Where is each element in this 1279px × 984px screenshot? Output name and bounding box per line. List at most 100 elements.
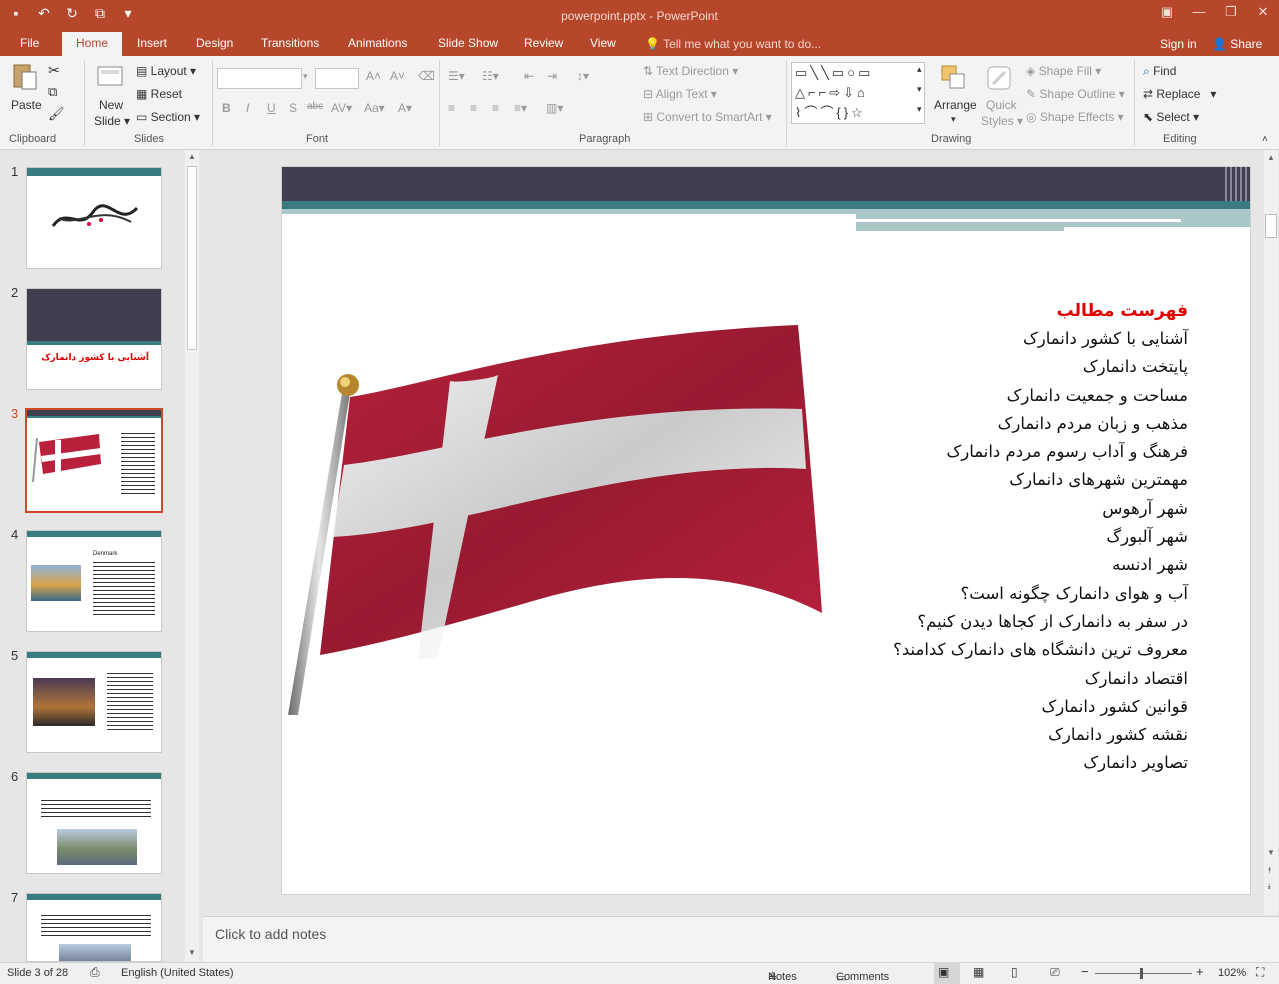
- shapes-scroll-down-icon[interactable]: ▾: [917, 84, 922, 95]
- italic-icon[interactable]: I: [246, 101, 249, 115]
- shapes-more-icon[interactable]: ▾: [917, 104, 922, 115]
- share-button[interactable]: 👤 Share: [1212, 37, 1262, 51]
- zoom-out-icon[interactable]: −: [1081, 964, 1089, 979]
- shapes-scroll-up-icon[interactable]: ▴: [917, 64, 922, 75]
- sign-in-link[interactable]: Sign in: [1160, 37, 1197, 51]
- scroll-up-icon[interactable]: ▲: [1267, 153, 1275, 162]
- bullets-icon[interactable]: ☰▾: [448, 69, 465, 83]
- scroll-up-icon[interactable]: ▲: [188, 152, 196, 161]
- scrollbar-thumb[interactable]: [1265, 214, 1277, 238]
- shape-outline-button[interactable]: ✎ Shape Outline ▾: [1026, 87, 1125, 101]
- new-slide-button-line2[interactable]: Slide ▾: [94, 114, 130, 128]
- tab-transitions[interactable]: Transitions: [261, 36, 319, 50]
- format-painter-icon[interactable]: 🖌: [48, 106, 65, 122]
- paste-button[interactable]: Paste: [11, 98, 42, 112]
- slide-thumbnail[interactable]: [26, 651, 162, 753]
- tab-insert[interactable]: Insert: [137, 36, 167, 50]
- align-left-icon[interactable]: ≡: [448, 101, 455, 115]
- slide-thumbnail[interactable]: Denmark: [26, 530, 162, 632]
- tab-home[interactable]: Home: [62, 32, 123, 56]
- quick-styles-icon[interactable]: [985, 64, 1015, 94]
- font-color-icon[interactable]: A▾: [398, 101, 412, 115]
- cut-icon[interactable]: ✂: [48, 62, 60, 79]
- shape-fill-button[interactable]: ◈ Shape Fill ▾: [1026, 64, 1101, 78]
- reset-button[interactable]: ▦ Reset: [136, 87, 182, 101]
- spell-check-icon[interactable]: ⎙: [90, 965, 100, 980]
- slide-thumbnail[interactable]: آشنایی با کشور دانمارک: [26, 288, 162, 390]
- font-name-box[interactable]: [217, 68, 302, 89]
- shape-effects-button[interactable]: ◎ Shape Effects ▾: [1026, 110, 1124, 124]
- scrollbar-thumb[interactable]: [187, 166, 197, 350]
- tab-review[interactable]: Review: [524, 36, 563, 50]
- quick-styles-button-line2[interactable]: Styles ▾: [981, 114, 1023, 128]
- slide-thumbnail[interactable]: [26, 893, 162, 962]
- previous-slide-icon[interactable]: ⯭: [1267, 866, 1272, 876]
- restore-icon[interactable]: ❐: [1215, 0, 1247, 26]
- align-center-icon[interactable]: ≡: [470, 101, 477, 115]
- notes-pane[interactable]: Click to add notes: [203, 916, 1279, 962]
- tab-view[interactable]: View: [590, 36, 616, 50]
- zoom-slider-thumb[interactable]: [1140, 968, 1143, 979]
- increase-font-icon[interactable]: A˄: [366, 69, 381, 83]
- character-spacing-icon[interactable]: AV▾: [331, 101, 352, 115]
- bold-icon[interactable]: B: [222, 101, 231, 115]
- font-name-dropdown-icon[interactable]: ▾: [303, 71, 308, 82]
- change-case-icon[interactable]: Aa▾: [364, 101, 385, 115]
- find-button[interactable]: ⌕ Find: [1143, 64, 1176, 79]
- reading-view-icon[interactable]: ▯: [1011, 965, 1018, 979]
- thumbnail-scrollbar[interactable]: ▲ ▼: [185, 150, 199, 962]
- collapse-ribbon-icon[interactable]: ˄: [1262, 134, 1268, 145]
- decrease-indent-icon[interactable]: ⇤: [524, 69, 534, 83]
- quick-styles-button[interactable]: Quick: [986, 98, 1017, 112]
- tab-slide-show[interactable]: Slide Show: [438, 36, 498, 50]
- minimize-icon[interactable]: —: [1183, 0, 1215, 26]
- new-slide-button[interactable]: New: [99, 98, 123, 112]
- tab-file[interactable]: File: [20, 36, 39, 50]
- scroll-down-icon[interactable]: ▼: [1267, 848, 1275, 857]
- align-text-button[interactable]: ⊟ Align Text ▾: [643, 87, 717, 101]
- underline-icon[interactable]: U: [267, 101, 276, 115]
- tell-me-box[interactable]: 💡 Tell me what you want to do...: [645, 37, 821, 51]
- convert-smartart-button[interactable]: ⊞ Convert to SmartArt ▾: [643, 110, 772, 124]
- shadow-icon[interactable]: S: [289, 101, 297, 115]
- paste-icon[interactable]: [10, 62, 40, 92]
- ribbon-display-options-icon[interactable]: ▣: [1151, 0, 1183, 26]
- line-spacing-icon[interactable]: ↕▾: [577, 69, 589, 83]
- fit-slide-icon[interactable]: ⛶: [1256, 965, 1264, 980]
- decrease-font-icon[interactable]: A˅: [390, 69, 405, 83]
- next-slide-icon[interactable]: ⯯: [1267, 882, 1272, 892]
- increase-indent-icon[interactable]: ⇥: [547, 69, 557, 83]
- clear-formatting-icon[interactable]: ⌫: [418, 69, 435, 83]
- text-direction-button[interactable]: ⇅ Text Direction ▾: [643, 64, 738, 78]
- zoom-level[interactable]: 102%: [1218, 967, 1246, 979]
- slide-thumbnail-selected[interactable]: [25, 408, 163, 513]
- slide-sorter-icon[interactable]: ▦: [973, 965, 984, 979]
- scroll-down-icon[interactable]: ▼: [188, 948, 196, 957]
- replace-button[interactable]: ⇄ Replace ▾: [1143, 87, 1216, 101]
- section-button[interactable]: ▭ Section ▾: [136, 110, 200, 124]
- zoom-slider-track[interactable]: [1095, 973, 1192, 974]
- zoom-in-icon[interactable]: +: [1196, 964, 1204, 979]
- language-indicator[interactable]: English (United States): [121, 967, 234, 979]
- align-right-icon[interactable]: ≡: [492, 101, 499, 115]
- slide-thumbnail[interactable]: [26, 772, 162, 874]
- new-slide-icon[interactable]: [95, 61, 125, 91]
- layout-button[interactable]: ▤ Layout ▾: [136, 64, 196, 78]
- justify-icon[interactable]: ≡▾: [514, 101, 527, 115]
- select-button[interactable]: ⬉ Select ▾: [1143, 110, 1199, 124]
- arrange-dropdown-icon[interactable]: ▾: [951, 114, 956, 125]
- arrange-icon[interactable]: [940, 64, 970, 94]
- close-icon[interactable]: ✕: [1247, 0, 1279, 26]
- tab-animations[interactable]: Animations: [348, 36, 407, 50]
- numbering-icon[interactable]: ☷▾: [482, 69, 499, 83]
- notes-placeholder[interactable]: Click to add notes: [215, 926, 326, 942]
- slide-thumbnail[interactable]: [26, 167, 162, 269]
- tab-design[interactable]: Design: [196, 36, 233, 50]
- arrange-button[interactable]: Arrange: [934, 98, 977, 112]
- columns-icon[interactable]: ▥▾: [546, 101, 563, 115]
- copy-icon[interactable]: ⧉: [48, 84, 57, 100]
- strikethrough-icon[interactable]: abc: [307, 101, 323, 112]
- font-size-box[interactable]: [315, 68, 359, 89]
- shapes-gallery[interactable]: ▭╲╲▭○▭ △⌐⌐⇨⇩⌂ ⌇⌒⌒{}☆: [791, 62, 925, 124]
- editor-scrollbar[interactable]: ▲ ▼ ⯭ ⯯: [1264, 150, 1278, 915]
